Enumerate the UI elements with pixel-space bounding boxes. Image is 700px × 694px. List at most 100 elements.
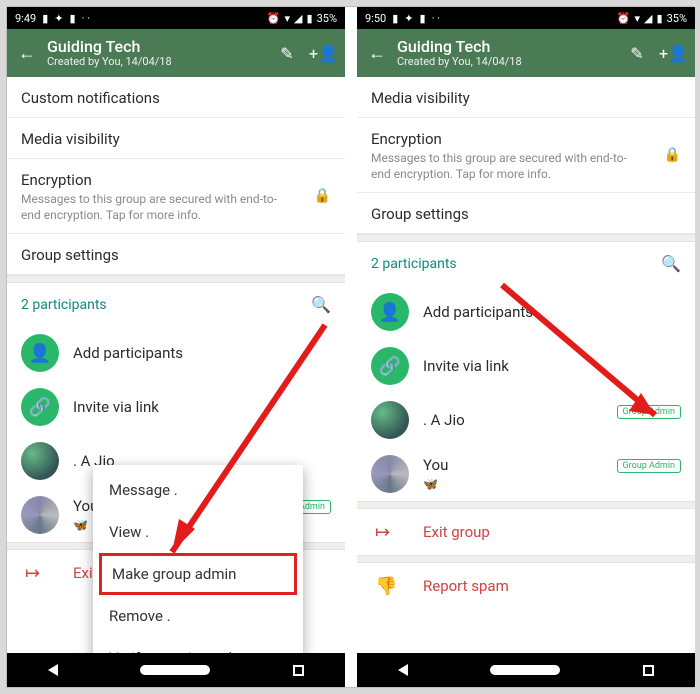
avatar <box>371 455 409 493</box>
menu-verify-security[interactable]: Verify security code <box>93 637 303 653</box>
screenshot-left: 9:49 ▮ ✦ ▮ · · ⏰ ▾ ◢ ▮ 35% ← Guiding Tec… <box>7 7 345 687</box>
app-bar: ← Guiding Tech Created by You, 14/04/18 … <box>7 29 345 77</box>
wifi-icon: ▾ <box>635 12 641 25</box>
row-group-settings[interactable]: Group settings <box>7 234 345 275</box>
row-custom-notifications[interactable]: Custom notifications <box>7 77 345 118</box>
fb-icon: ▮ <box>42 12 48 25</box>
label-invite-link: Invite via link <box>423 357 509 375</box>
search-icon[interactable]: 🔍 <box>661 254 681 273</box>
add-person-avatar-icon: 👤 <box>371 293 409 331</box>
status-bar: 9:49 ▮ ✦ ▮ · · ⏰ ▾ ◢ ▮ 35% <box>7 7 345 29</box>
row-media-visibility[interactable]: Media visibility <box>7 118 345 159</box>
menu-remove[interactable]: Remove . <box>93 595 303 637</box>
participant-row-you[interactable]: You 🦋 Group Admin <box>357 447 695 501</box>
search-icon[interactable]: 🔍 <box>311 295 331 314</box>
battery-icon: ▮ <box>657 12 663 25</box>
row-invite-link[interactable]: 🔗 Invite via link <box>357 339 695 393</box>
exit-icon: ↦ <box>21 563 59 584</box>
back-icon[interactable]: ← <box>365 43 389 64</box>
battery-pct: 35% <box>667 12 687 25</box>
fb2-icon: ▮ <box>70 12 76 25</box>
label-media-visibility: Media visibility <box>21 130 331 148</box>
nav-back-icon[interactable] <box>48 664 58 676</box>
battery-pct: 35% <box>317 12 337 25</box>
row-group-settings[interactable]: Group settings <box>357 193 695 234</box>
page-subtitle: Created by You, 14/04/18 <box>47 56 265 68</box>
menu-make-group-admin[interactable]: Make group admin <box>99 553 297 595</box>
nav-recent-icon[interactable] <box>643 665 654 676</box>
screenshot-right: 9:50 ▮ ✦ ▮ · · ⏰ ▾ ◢ ▮ 35% ← Guiding Tec… <box>357 7 695 687</box>
label-exit-group: Exit group <box>423 523 490 541</box>
group-admin-badge: Group Admin <box>617 459 681 473</box>
exit-icon: ↦ <box>371 522 409 543</box>
status-bar: 9:50 ▮ ✦ ▮ · · ⏰ ▾ ◢ ▮ 35% <box>357 7 695 29</box>
label-group-settings: Group settings <box>21 246 331 264</box>
add-person-icon[interactable]: +👤 <box>659 44 687 63</box>
thumbs-down-icon: 👎 <box>371 576 409 597</box>
signal-icon: ◢ <box>294 12 302 25</box>
edit-icon[interactable]: ✎ <box>273 44 301 63</box>
lock-icon: 🔒 <box>314 188 331 204</box>
label-encryption: Encryption <box>21 171 331 189</box>
participant-emoji: 🦋 <box>73 518 88 532</box>
lock-icon: 🔒 <box>664 147 681 163</box>
group-admin-badge: Group Admin <box>617 405 681 419</box>
twitter-icon: ✦ <box>54 12 63 25</box>
alarm-icon: ⏰ <box>617 12 631 25</box>
participant-row-ajio[interactable]: . A Jio Group Admin <box>357 393 695 447</box>
label-encryption-sub: Messages to this group are secured with … <box>21 192 291 223</box>
row-media-visibility[interactable]: Media visibility <box>357 77 695 118</box>
label-encryption: Encryption <box>371 130 681 148</box>
more-icon: · · <box>82 12 90 25</box>
context-menu: Message . View . Make group admin Remove… <box>93 465 303 653</box>
row-add-participants[interactable]: 👤 Add participants <box>357 285 695 339</box>
twitter-icon: ✦ <box>404 12 413 25</box>
participants-count: 2 participants <box>371 256 457 272</box>
menu-view[interactable]: View . <box>93 511 303 553</box>
app-bar: ← Guiding Tech Created by You, 14/04/18 … <box>357 29 695 77</box>
participant-name: . A Jio <box>423 411 465 429</box>
label-group-settings: Group settings <box>371 205 681 223</box>
back-icon[interactable]: ← <box>15 43 39 64</box>
menu-message[interactable]: Message . <box>93 469 303 511</box>
row-add-participants[interactable]: 👤 Add participants <box>7 326 345 380</box>
page-title: Guiding Tech <box>397 38 615 56</box>
row-invite-link[interactable]: 🔗 Invite via link <box>7 380 345 434</box>
page-subtitle: Created by You, 14/04/18 <box>397 56 615 68</box>
page-title: Guiding Tech <box>47 38 265 56</box>
avatar <box>371 401 409 439</box>
nav-home-icon[interactable] <box>140 665 210 675</box>
nav-home-icon[interactable] <box>490 665 560 675</box>
battery-icon: ▮ <box>307 12 313 25</box>
link-icon: 🔗 <box>21 388 59 426</box>
signal-icon: ◢ <box>644 12 652 25</box>
edit-icon[interactable]: ✎ <box>623 44 651 63</box>
status-time: 9:50 <box>365 12 386 25</box>
android-nav-bar <box>7 653 345 687</box>
label-invite-link: Invite via link <box>73 398 159 416</box>
label-custom-notifications: Custom notifications <box>21 89 331 107</box>
add-person-avatar-icon: 👤 <box>21 334 59 372</box>
label-encryption-sub: Messages to this group are secured with … <box>371 151 641 182</box>
alarm-icon: ⏰ <box>267 12 281 25</box>
participant-name: You <box>423 456 448 474</box>
status-time: 9:49 <box>15 12 36 25</box>
row-report-spam[interactable]: 👎 Report spam <box>357 563 695 609</box>
fb2-icon: ▮ <box>420 12 426 25</box>
label-add-participants: Add participants <box>73 344 183 362</box>
avatar <box>21 496 59 534</box>
participant-emoji: 🦋 <box>423 477 438 491</box>
row-encryption[interactable]: Encryption Messages to this group are se… <box>7 159 345 234</box>
participants-count: 2 participants <box>21 297 107 313</box>
label-add-participants: Add participants <box>423 303 533 321</box>
add-person-icon[interactable]: +👤 <box>309 44 337 63</box>
android-nav-bar <box>357 653 695 687</box>
nav-recent-icon[interactable] <box>293 665 304 676</box>
participants-header: 2 participants 🔍 <box>7 283 345 326</box>
label-media-visibility: Media visibility <box>371 89 681 107</box>
row-encryption[interactable]: Encryption Messages to this group are se… <box>357 118 695 193</box>
wifi-icon: ▾ <box>285 12 291 25</box>
row-exit-group[interactable]: ↦ Exit group <box>357 509 695 555</box>
link-icon: 🔗 <box>371 347 409 385</box>
nav-back-icon[interactable] <box>398 664 408 676</box>
